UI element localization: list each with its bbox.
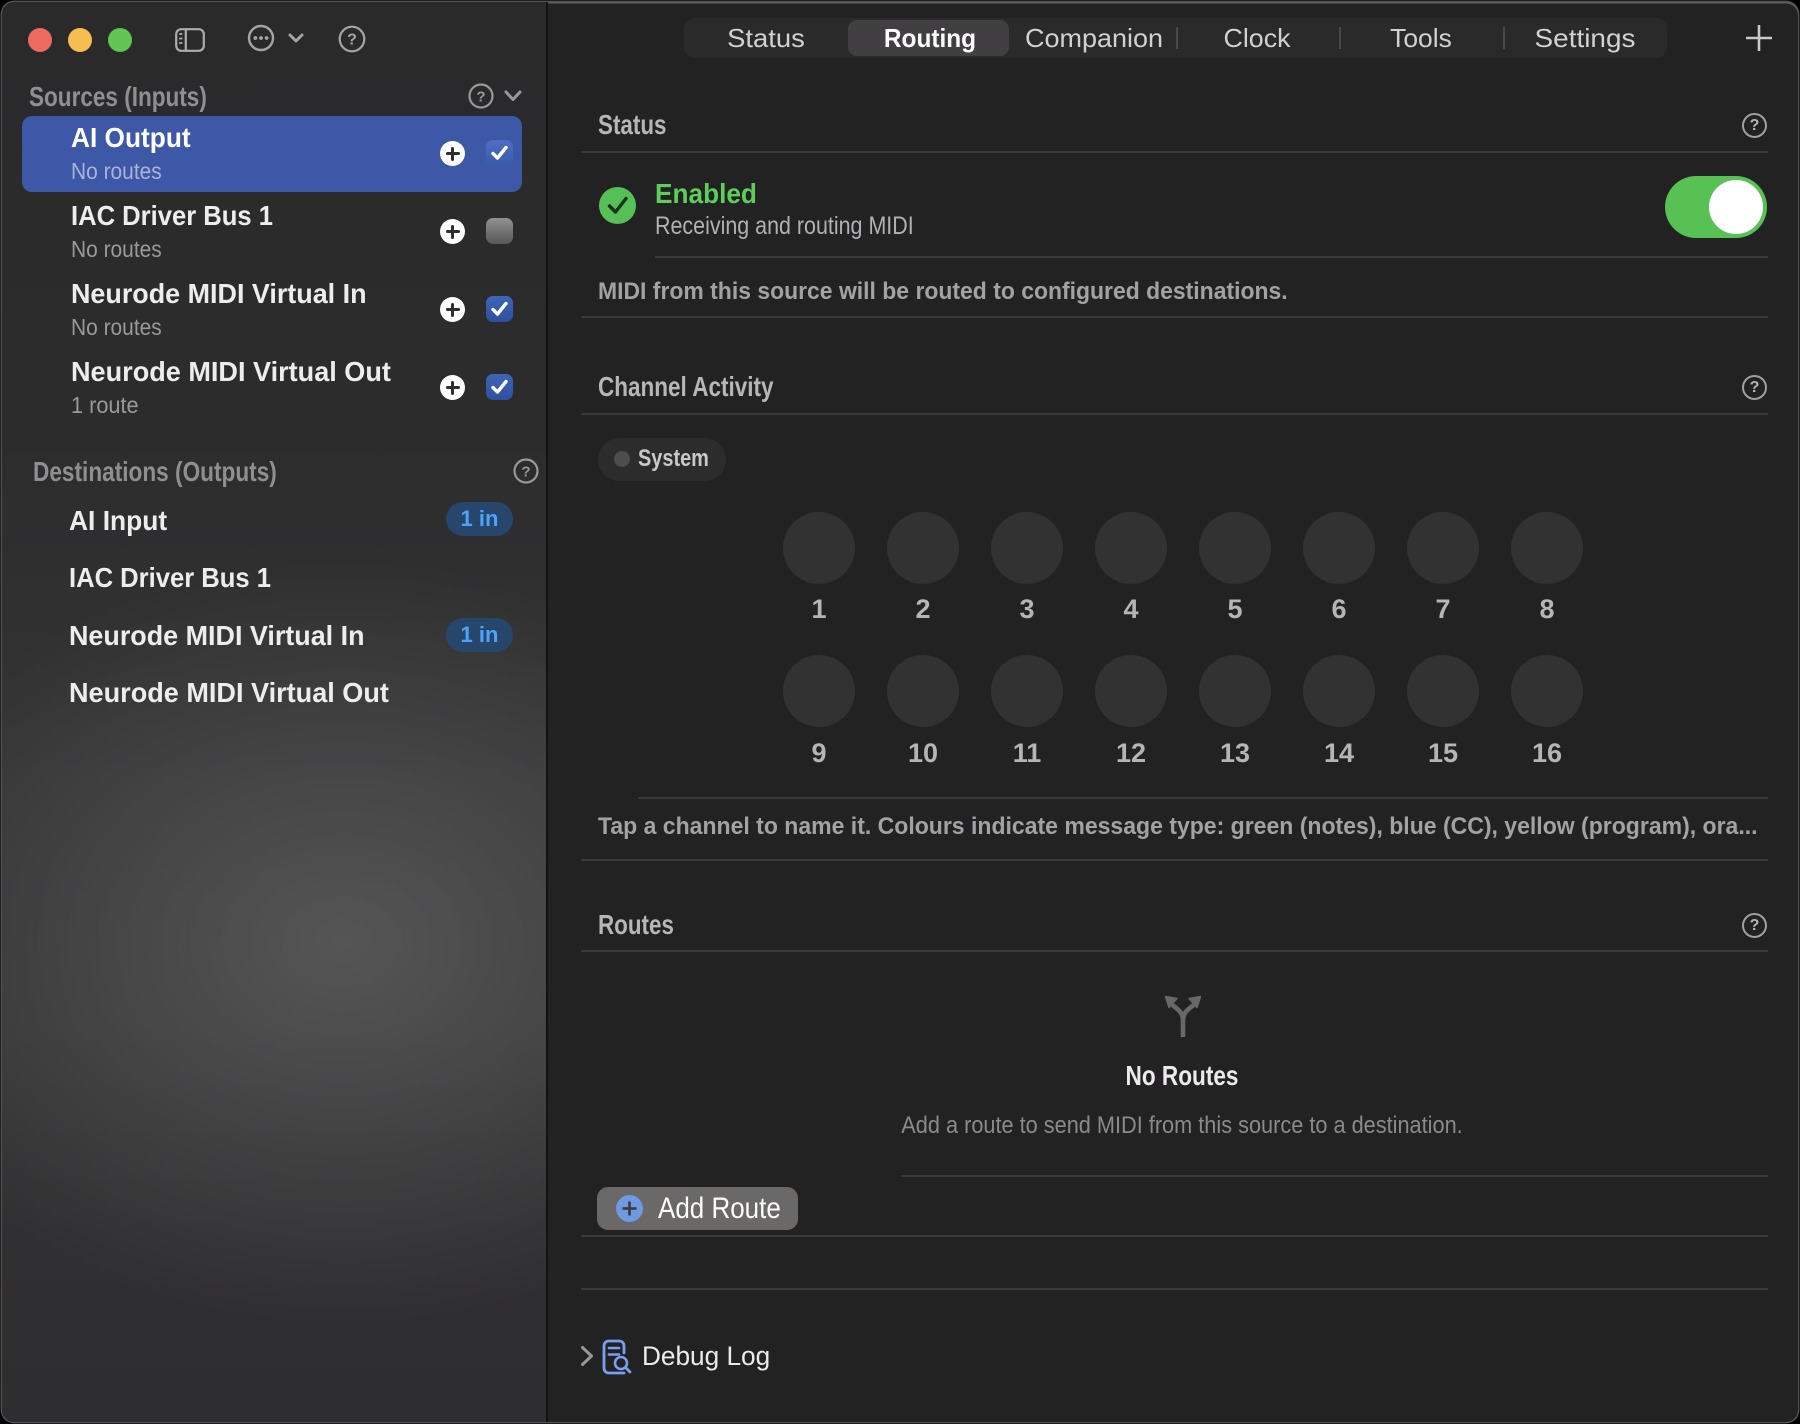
svg-text:?: ?: [476, 88, 485, 105]
svg-text:?: ?: [347, 32, 357, 49]
svg-text:?: ?: [521, 463, 530, 480]
